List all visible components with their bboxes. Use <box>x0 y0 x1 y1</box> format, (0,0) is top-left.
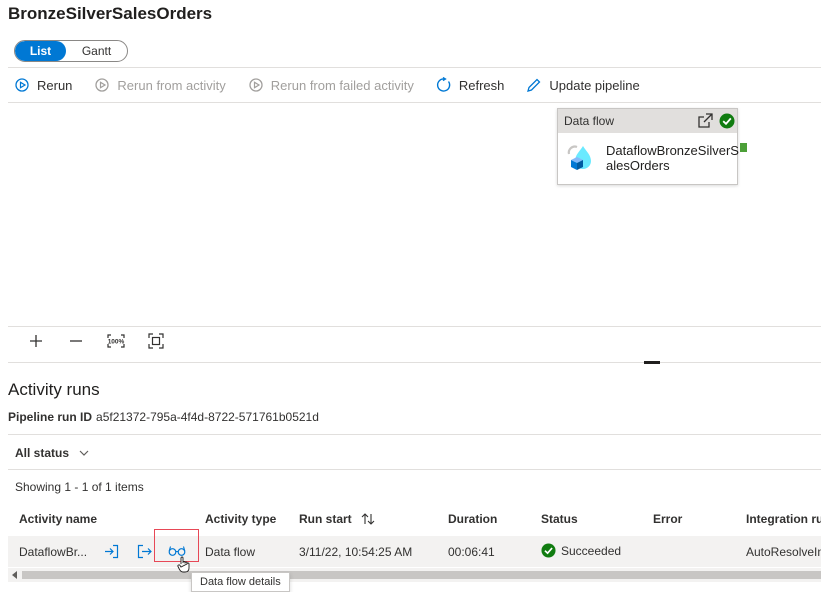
pipeline-run-id: Pipeline run ID a5f21372-795a-4f4d-8722-5… <box>8 410 319 424</box>
zoom-out-button[interactable] <box>66 333 86 349</box>
table-row[interactable] <box>8 536 821 567</box>
scrollbar-thumb[interactable] <box>22 571 821 579</box>
status-text: Succeeded <box>561 543 622 558</box>
hand-cursor-icon <box>177 556 190 573</box>
cell-status: Succeeded <box>541 543 621 558</box>
cell-duration: 00:06:41 <box>448 545 495 559</box>
pane-splitter-handle[interactable] <box>644 361 660 364</box>
svg-text:100%: 100% <box>108 339 125 346</box>
items-count: Showing 1 - 1 of 1 items <box>15 480 144 494</box>
toolbar: Rerun Rerun from activity Rerun from fai… <box>14 72 662 98</box>
col-duration[interactable]: Duration <box>448 512 497 526</box>
node-body: DataflowBronzeSilverS alesOrders <box>558 133 739 173</box>
zoom-in-button[interactable] <box>26 333 46 349</box>
rerun-from-activity-icon <box>95 78 110 92</box>
chevron-down-icon <box>79 450 89 456</box>
cell-integration-runtime: AutoResolveIn <box>746 545 821 559</box>
divider <box>8 434 821 435</box>
node-type-label: Data flow <box>564 114 615 128</box>
update-pipeline-button[interactable]: Update pipeline <box>526 77 640 93</box>
status-filter-dropdown[interactable]: All status <box>15 446 89 460</box>
rerun-label: Rerun <box>37 77 73 93</box>
refresh-icon <box>436 77 451 92</box>
rerun-button[interactable]: Rerun <box>14 77 72 93</box>
node-name-line: alesOrders <box>606 158 670 173</box>
pipeline-run-id-label: Pipeline run ID <box>8 410 93 424</box>
success-check-icon <box>719 113 735 129</box>
col-run-start[interactable]: Run start <box>299 512 375 526</box>
succeeded-check-icon <box>541 543 556 558</box>
rerun-from-activity-button[interactable]: Rerun from activity <box>94 77 226 93</box>
node-name-line: DataflowBronzeSilverS <box>606 143 739 158</box>
sort-icon[interactable] <box>361 513 375 525</box>
node-success-port[interactable] <box>740 143 747 152</box>
zoom-reset-button[interactable]: 100% <box>106 333 126 349</box>
activity-runs-heading: Activity runs <box>8 380 100 399</box>
col-activity-type[interactable]: Activity type <box>205 512 276 526</box>
update-pipeline-label: Update pipeline <box>549 77 640 93</box>
cell-activity-type: Data flow <box>205 545 256 559</box>
pencil-icon <box>527 78 541 92</box>
minus-icon <box>70 340 82 342</box>
rerun-from-failed-icon <box>249 78 263 92</box>
plus-icon <box>30 335 42 347</box>
rerun-from-failed-label: Rerun from failed activity <box>270 77 414 93</box>
output-icon[interactable] <box>137 544 152 559</box>
col-integration-runtime[interactable]: Integration ru <box>746 512 821 526</box>
node-name: DataflowBronzeSilverS alesOrders <box>606 143 739 173</box>
input-icon[interactable] <box>104 544 119 559</box>
status-filter-label: All status <box>15 446 70 460</box>
gantt-view-option[interactable]: Gantt <box>66 41 127 61</box>
node-header: Data flow <box>558 109 737 133</box>
dataflow-icon <box>567 145 591 170</box>
zoom-fit-button[interactable] <box>146 333 166 349</box>
col-status[interactable]: Status <box>541 512 578 526</box>
divider <box>8 362 821 363</box>
refresh-button[interactable]: Refresh <box>436 77 505 93</box>
fit-to-screen-icon <box>148 333 164 349</box>
rerun-from-failed-button[interactable]: Rerun from failed activity <box>248 77 414 93</box>
cell-activity-name: DataflowBr... <box>19 545 88 559</box>
divider <box>8 67 821 68</box>
open-external-icon[interactable] <box>697 112 714 129</box>
rerun-from-activity-label: Rerun from activity <box>117 77 226 93</box>
rerun-icon <box>15 78 29 92</box>
tooltip: Data flow details <box>191 572 290 592</box>
divider <box>8 102 821 103</box>
zoom-100-icon: 100% <box>107 334 125 348</box>
refresh-label: Refresh <box>458 77 505 93</box>
divider <box>8 469 821 470</box>
divider <box>8 326 821 327</box>
pipeline-run-id-value: a5f21372-795a-4f4d-8722-571761b0521d <box>96 410 319 424</box>
col-activity-name[interactable]: Activity name <box>19 512 97 526</box>
scroll-left-icon[interactable] <box>11 571 18 579</box>
page-title: BronzeSilverSalesOrders <box>8 4 213 23</box>
view-toggle[interactable]: List Gantt <box>14 40 128 62</box>
canvas-zoom-controls: 100% <box>26 333 186 349</box>
list-view-option[interactable]: List <box>15 41 66 61</box>
cell-run-start: 3/11/22, 10:54:25 AM <box>299 545 413 559</box>
col-run-start-label: Run start <box>299 512 352 526</box>
dataflow-activity-node[interactable]: Data flow DataflowBronzeSilverS alesOrde… <box>557 108 739 185</box>
col-error[interactable]: Error <box>653 512 682 526</box>
